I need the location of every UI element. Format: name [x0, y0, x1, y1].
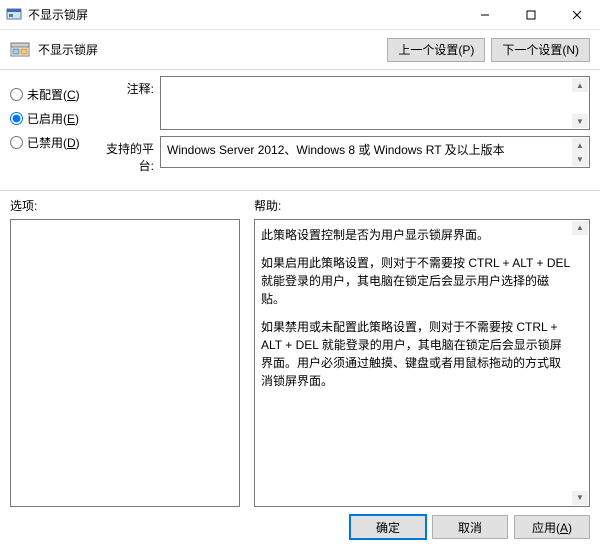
close-button[interactable] [554, 0, 600, 29]
titlebar: 不显示锁屏 [0, 0, 600, 30]
cancel-button[interactable]: 取消 [432, 515, 508, 539]
policy-title: 不显示锁屏 [38, 41, 381, 58]
apply-button[interactable]: 应用(A) [514, 515, 590, 539]
state-radio-group: 未配置(C) 已启用(E) 已禁用(D) [10, 76, 98, 180]
comment-textbox[interactable]: ▲ ▼ [160, 76, 590, 130]
platform-row: 支持的平台: Windows Server 2012、Windows 8 或 W… [98, 136, 590, 174]
platform-scroll-down[interactable]: ▼ [572, 152, 588, 166]
radio-not-configured-label: 未配置(C) [27, 86, 80, 103]
cancel-button-label: 取消 [458, 519, 482, 536]
next-setting-label: 下一个设置(N) [502, 41, 579, 58]
fields-column: 注释: ▲ ▼ 支持的平台: Windows Server 2012、Windo… [98, 76, 590, 180]
prev-setting-button[interactable]: 上一个设置(P) [387, 38, 485, 62]
next-setting-button[interactable]: 下一个设置(N) [491, 38, 590, 62]
minimize-button[interactable] [462, 0, 508, 29]
header-row: 不显示锁屏 上一个设置(P) 下一个设置(N) [0, 30, 600, 70]
comment-scroll-up[interactable]: ▲ [572, 78, 588, 92]
help-paragraph: 如果启用此策略设置，则对于不需要按 CTRL + ALT + DEL 就能登录的… [261, 254, 571, 308]
options-column: 选项: [10, 197, 240, 507]
comment-label: 注释: [98, 76, 160, 130]
bottom-button-bar: 确定 取消 应用(A) [0, 507, 600, 547]
help-paragraph: 此策略设置控制是否为用户显示锁屏界面。 [261, 226, 571, 244]
policy-icon [10, 40, 32, 60]
help-paragraph: 如果禁用或未配置此策略设置，则对于不需要按 CTRL + ALT + DEL 就… [261, 318, 571, 390]
ok-button-label: 确定 [376, 519, 400, 536]
radio-disabled-input[interactable] [10, 136, 23, 149]
platform-textbox: Windows Server 2012、Windows 8 或 Windows … [160, 136, 590, 168]
platform-label: 支持的平台: [98, 136, 160, 174]
lower-panel: 选项: 帮助: 此策略设置控制是否为用户显示锁屏界面。 如果启用此策略设置，则对… [0, 191, 600, 507]
radio-disabled-label: 已禁用(D) [27, 134, 80, 151]
options-area [10, 219, 240, 507]
prev-setting-label: 上一个设置(P) [398, 41, 474, 58]
radio-enabled-label: 已启用(E) [27, 110, 79, 127]
app-icon [6, 7, 22, 23]
radio-not-configured[interactable]: 未配置(C) [10, 82, 98, 106]
apply-button-label: 应用(A) [532, 519, 572, 536]
help-column: 帮助: 此策略设置控制是否为用户显示锁屏界面。 如果启用此策略设置，则对于不需要… [254, 197, 590, 507]
help-scroll-up[interactable]: ▲ [572, 221, 588, 235]
window-title: 不显示锁屏 [28, 6, 462, 23]
upper-panel: 未配置(C) 已启用(E) 已禁用(D) 注释: ▲ ▼ 支持的平台: [0, 70, 600, 191]
help-textbox: 此策略设置控制是否为用户显示锁屏界面。 如果启用此策略设置，则对于不需要按 CT… [254, 219, 590, 507]
options-label: 选项: [10, 197, 240, 215]
comment-row: 注释: ▲ ▼ [98, 76, 590, 130]
maximize-button[interactable] [508, 0, 554, 29]
radio-enabled[interactable]: 已启用(E) [10, 106, 98, 130]
comment-scroll-down[interactable]: ▼ [572, 114, 588, 128]
help-label: 帮助: [254, 197, 590, 215]
platform-value: Windows Server 2012、Windows 8 或 Windows … [167, 143, 505, 157]
ok-button[interactable]: 确定 [350, 515, 426, 539]
radio-disabled[interactable]: 已禁用(D) [10, 130, 98, 154]
radio-enabled-input[interactable] [10, 112, 23, 125]
help-scroll-down[interactable]: ▼ [572, 491, 588, 505]
window-controls [462, 0, 600, 29]
radio-not-configured-input[interactable] [10, 88, 23, 101]
platform-scroll-up[interactable]: ▲ [572, 138, 588, 152]
